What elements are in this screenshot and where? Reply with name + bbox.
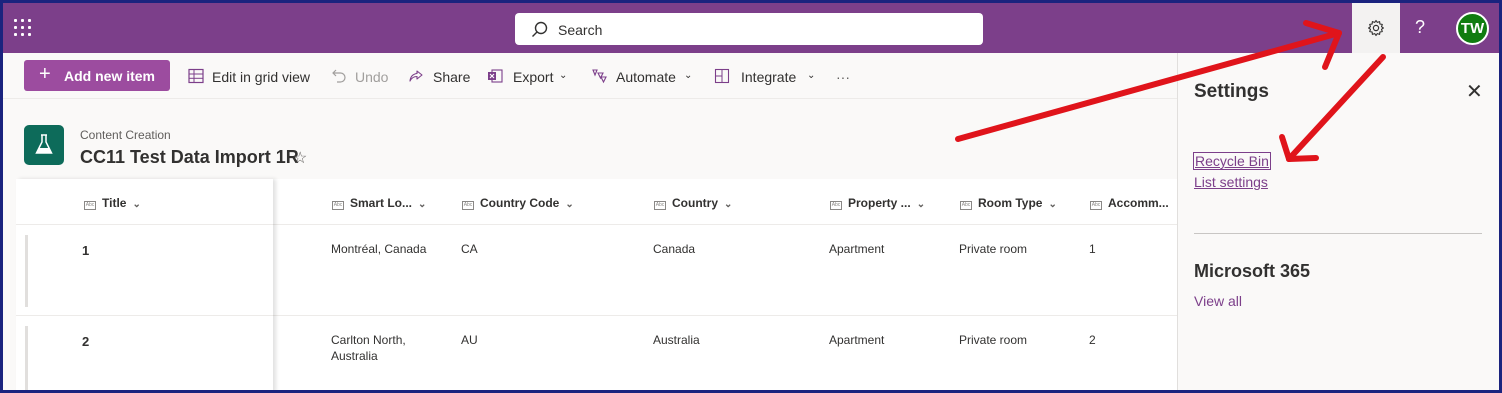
undo-label: Undo — [355, 69, 389, 85]
view-all-link[interactable]: View all — [1194, 293, 1242, 309]
integrate-icon — [714, 68, 730, 84]
cell-title[interactable]: 1 — [82, 243, 89, 259]
automate-label: Automate — [616, 69, 676, 85]
pinned-title-column: Abc Title ⌄ 1 2 — [16, 179, 273, 390]
page-title: CC11 Test Data Import 1R — [80, 147, 299, 167]
cell-property: Apartment — [829, 242, 885, 256]
command-bar: + Add new item Edit in grid view Undo Sh… — [3, 53, 1177, 99]
list-header: Content Creation CC11 Test Data Import 1… — [3, 99, 1177, 179]
column-header[interactable]: Abc Room Type ⌄ — [960, 196, 1057, 210]
cell-country: Australia — [653, 333, 700, 347]
settings-title: Settings — [1194, 81, 1269, 102]
chevron-down-icon: ⌄ — [684, 70, 693, 81]
column-header-label: Property ... — [848, 196, 911, 210]
cell-property: Apartment — [829, 333, 885, 347]
column-header[interactable]: Abc Country ⌄ — [654, 196, 732, 210]
cell-accommodates: 2 — [1089, 333, 1096, 347]
column-header[interactable]: Abc Accomm... — [1090, 196, 1169, 210]
app-launcher-icon[interactable] — [13, 18, 33, 38]
text-column-icon: Abc — [84, 201, 96, 210]
cell-accommodates: 1 — [1089, 242, 1096, 256]
grid-icon — [188, 68, 204, 84]
automate-icon — [592, 69, 607, 84]
text-column-icon: Abc — [462, 201, 474, 210]
automate-button[interactable]: Automate ⌄ — [591, 68, 696, 86]
column-header[interactable]: Abc Country Code ⌄ — [462, 196, 574, 210]
text-column-icon: Abc — [654, 201, 666, 210]
plus-icon: + — [39, 63, 51, 85]
cell-room-type: Private room — [959, 333, 1028, 347]
column-header-label: Title — [102, 196, 127, 210]
text-column-icon: Abc — [830, 201, 842, 210]
chevron-down-icon: ⌄ — [1048, 199, 1057, 210]
edit-grid-view-label: Edit in grid view — [212, 69, 311, 85]
row-selector[interactable] — [25, 326, 28, 390]
column-header[interactable]: Abc Smart Lo... ⌄ — [332, 196, 426, 210]
list-icon — [24, 125, 64, 165]
chevron-down-icon: ⌄ — [132, 199, 141, 210]
column-header-label: Smart Lo... — [350, 196, 413, 210]
text-column-icon: Abc — [1090, 201, 1102, 210]
divider — [1194, 233, 1482, 234]
cell-country-code: CA — [461, 242, 478, 256]
row-selector[interactable] — [25, 235, 28, 307]
excel-icon — [488, 69, 503, 83]
help-button[interactable]: ? — [1415, 17, 1425, 38]
chevron-down-icon: ⌄ — [724, 199, 733, 210]
avatar[interactable]: TW — [1456, 12, 1489, 45]
integrate-button[interactable]: Integrate ⌄ — [714, 68, 819, 86]
export-button[interactable]: Export ⌄ — [487, 68, 571, 86]
column-header-label: Accomm... — [1108, 196, 1169, 210]
table-row[interactable]: 1 — [16, 225, 273, 316]
recycle-bin-link[interactable]: Recycle Bin — [1193, 152, 1271, 170]
add-new-item-label: Add new item — [64, 68, 156, 84]
chevron-down-icon: ⌄ — [916, 199, 926, 210]
column-header[interactable]: Abc Title ⌄ — [84, 196, 141, 210]
column-header-label: Country — [672, 196, 718, 210]
cell-smart-location: Carlton North, Australia — [331, 333, 406, 363]
integrate-label: Integrate — [741, 69, 797, 85]
settings-panel: Settings ✕ Recycle Bin List settings Mic… — [1177, 53, 1499, 390]
gear-icon — [1368, 19, 1384, 37]
flask-icon — [35, 134, 53, 154]
column-header[interactable]: Abc Property ... ⌄ — [830, 196, 925, 210]
settings-button[interactable] — [1352, 3, 1400, 53]
cell-room-type: Private room — [959, 242, 1028, 256]
edit-grid-view-button[interactable]: Edit in grid view — [188, 68, 313, 86]
search-box[interactable]: Search — [515, 13, 983, 45]
cell-title[interactable]: 2 — [82, 334, 89, 350]
text-column-icon: Abc — [332, 201, 344, 210]
share-label: Share — [433, 69, 471, 85]
share-button[interactable]: Share — [408, 68, 470, 86]
undo-button[interactable]: Undo — [331, 68, 391, 86]
breadcrumb[interactable]: Content Creation — [80, 128, 171, 142]
more-icon: ··· — [836, 69, 850, 85]
app-window: Search ? TW + Add new item Edit in grid … — [0, 0, 1502, 393]
chevron-down-icon: ⌄ — [559, 70, 568, 81]
cell-country: Canada — [653, 242, 696, 256]
chevron-down-icon: ⌄ — [807, 70, 816, 81]
chevron-down-icon: ⌄ — [418, 199, 427, 210]
cell-country-code: AU — [461, 333, 478, 347]
share-icon — [409, 70, 423, 82]
column-header-row: Abc Title ⌄ — [16, 179, 273, 225]
chevron-down-icon: ⌄ — [565, 199, 574, 210]
column-header-label: Country Code — [480, 196, 560, 210]
close-icon[interactable]: ✕ — [1466, 79, 1483, 104]
microsoft-365-heading: Microsoft 365 — [1194, 261, 1311, 281]
search-placeholder: Search — [558, 22, 603, 38]
text-column-icon: Abc — [960, 201, 972, 210]
more-options-button[interactable]: ··· — [836, 68, 858, 86]
suite-bar: Search ? TW — [3, 3, 1499, 53]
add-new-item-button[interactable]: + Add new item — [24, 60, 170, 91]
favorite-star-icon[interactable]: ☆ — [293, 148, 307, 168]
column-header-label: Room Type — [978, 196, 1043, 210]
export-label: Export — [513, 69, 554, 85]
list-settings-link[interactable]: List settings — [1194, 174, 1268, 190]
undo-icon — [332, 69, 346, 83]
search-icon — [532, 21, 548, 37]
cell-smart-location: Montréal, Canada — [331, 242, 427, 256]
table-row[interactable]: 2 — [16, 316, 273, 390]
